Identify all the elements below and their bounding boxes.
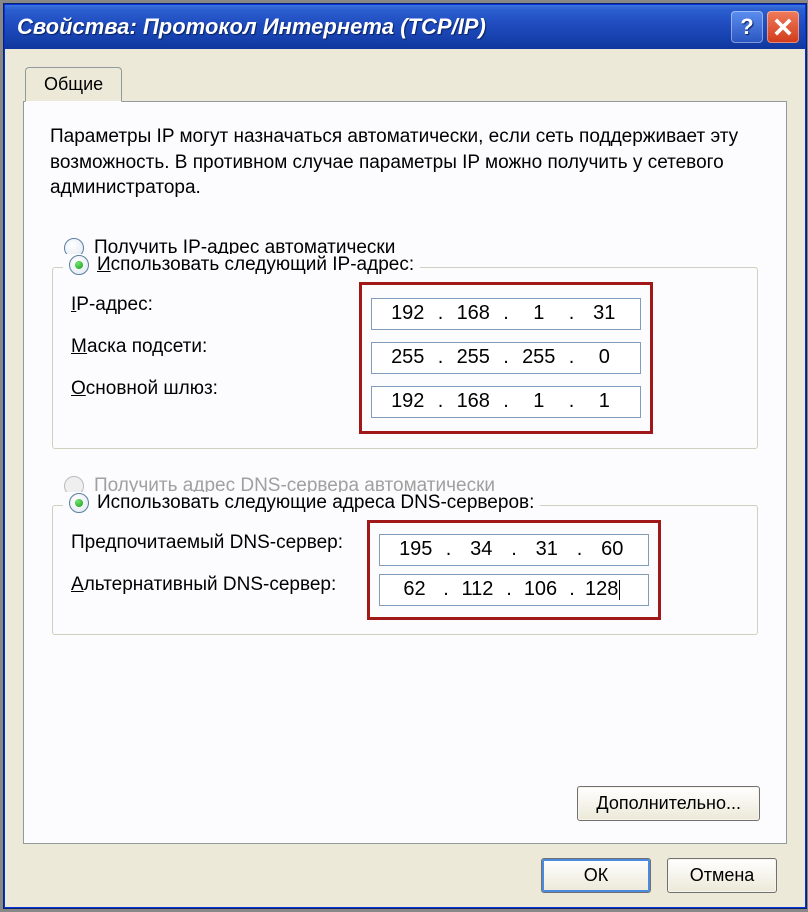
- window-title: Свойства: Протокол Интернета (TCP/IP): [17, 14, 727, 40]
- text-cursor: [619, 580, 620, 600]
- tab-page-general: Параметры IP могут назначаться автоматич…: [23, 101, 787, 844]
- label-subnet-mask: Маска подсети:: [71, 336, 371, 358]
- close-button[interactable]: [767, 11, 799, 43]
- cancel-button[interactable]: Отмена: [667, 858, 777, 893]
- input-dns-preferred[interactable]: 195. 34. 31. 60: [379, 534, 649, 566]
- input-subnet-mask[interactable]: 255. 255. 255. 0: [371, 342, 641, 374]
- titlebar[interactable]: Свойства: Протокол Интернета (TCP/IP) ?: [5, 5, 805, 49]
- client-area: Общие Параметры IP могут назначаться авт…: [5, 49, 805, 907]
- label-gateway: Основной шлюз:: [71, 378, 371, 400]
- close-icon: [774, 18, 792, 36]
- highlight-ip-fields: 192. 168. 1. 31 255. 255. 255. 0: [365, 288, 647, 428]
- input-gateway[interactable]: 192. 168. 1. 1: [371, 386, 641, 418]
- help-icon: ?: [740, 14, 753, 40]
- radio-icon: [69, 493, 89, 513]
- radio-icon: [69, 255, 89, 275]
- group-dns-manual: Использовать следующие адреса DNS-сервер…: [52, 505, 758, 635]
- help-button[interactable]: ?: [731, 11, 763, 43]
- dialog-window: Свойства: Протокол Интернета (TCP/IP) ? …: [4, 4, 806, 908]
- group-ip-manual: Использовать следующий IP-адрес: IP-адре…: [52, 267, 758, 449]
- tab-strip: Общие: [23, 67, 787, 102]
- label-ip-address: IP-адрес:: [71, 294, 371, 316]
- radio-ip-manual[interactable]: Использовать следующий IP-адрес:: [63, 254, 420, 276]
- radio-dns-manual[interactable]: Использовать следующие адреса DNS-сервер…: [63, 492, 540, 514]
- tab-general[interactable]: Общие: [25, 67, 122, 102]
- ok-button[interactable]: ОК: [541, 858, 651, 893]
- intro-text: Параметры IP могут назначаться автоматич…: [50, 124, 760, 201]
- label-dns-preferred: Предпочитаемый DNS-сервер:: [71, 532, 379, 554]
- tab-general-label: Общие: [44, 74, 103, 94]
- advanced-button[interactable]: Дополнительно...: [577, 786, 760, 821]
- input-ip-address[interactable]: 192. 168. 1. 31: [371, 298, 641, 330]
- highlight-dns-fields: 195. 34. 31. 60 62. 112. 106. 12: [373, 526, 655, 614]
- input-dns-alternate[interactable]: 62. 112. 106. 128: [379, 574, 649, 606]
- radio-ip-manual-label: Использовать следующий IP-адрес:: [97, 254, 414, 276]
- radio-dns-manual-label: Использовать следующие адреса DNS-сервер…: [97, 492, 534, 514]
- dialog-footer: ОК Отмена: [23, 844, 787, 893]
- label-dns-alternate: Альтернативный DNS-сервер:: [71, 574, 379, 596]
